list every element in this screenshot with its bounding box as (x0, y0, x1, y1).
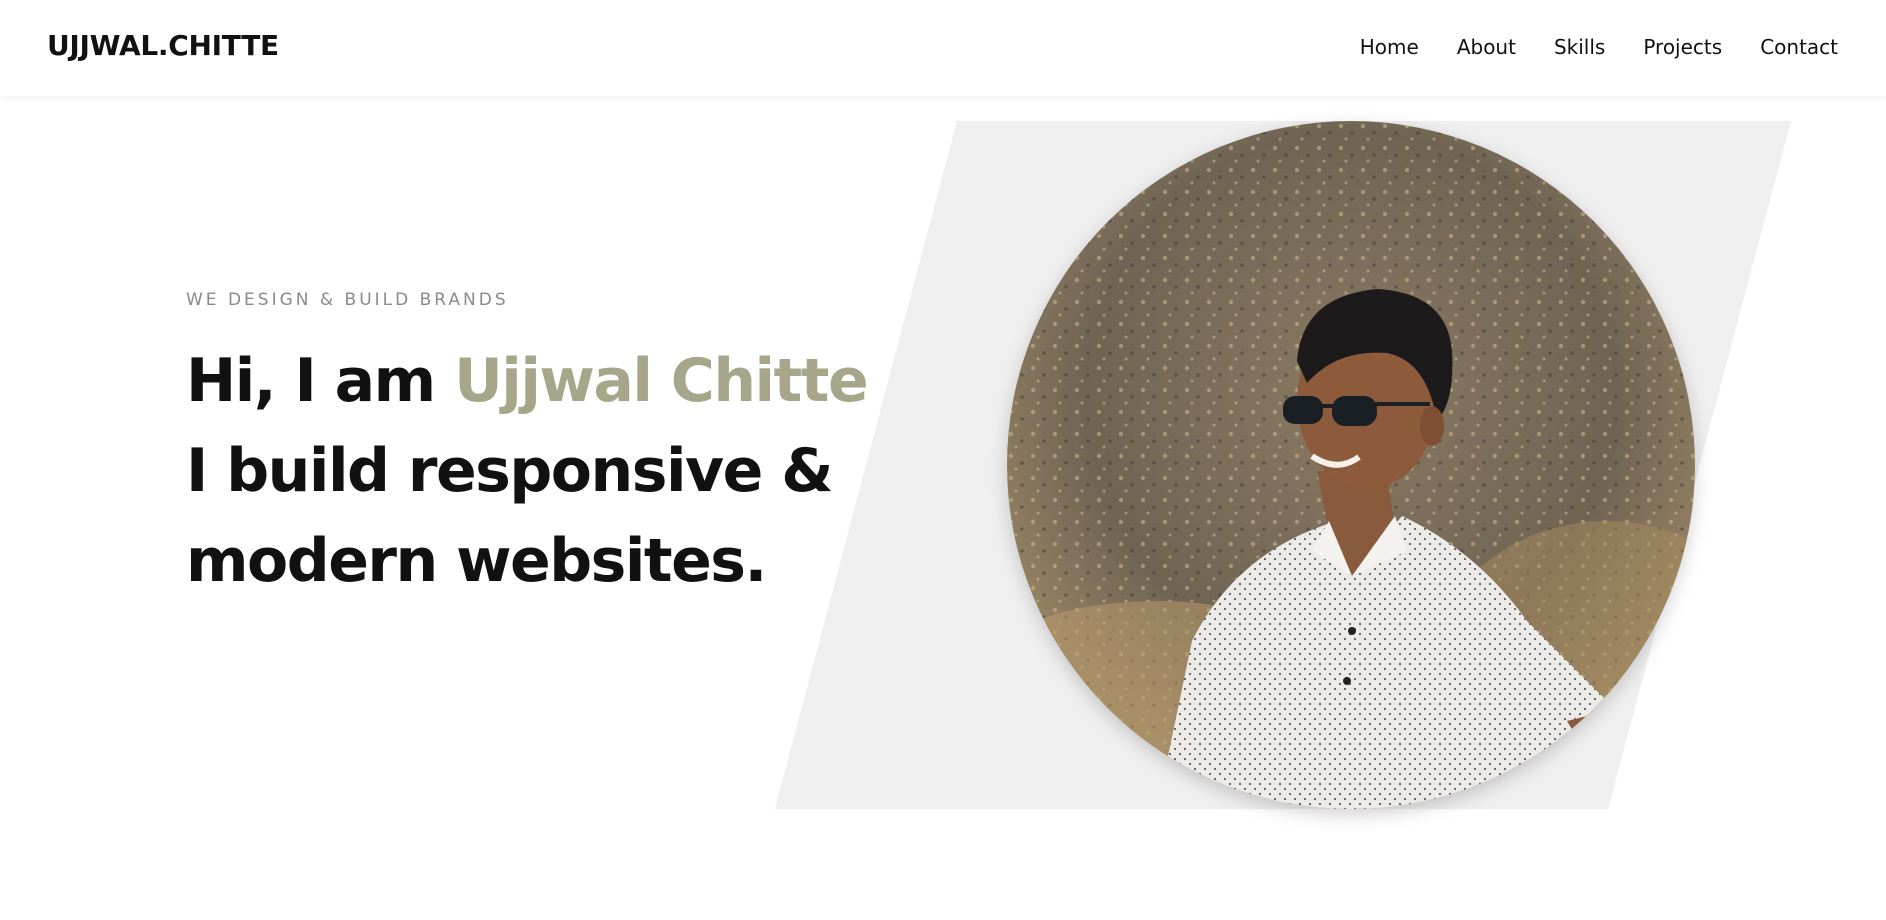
greeting-text: Hi, I am (186, 346, 455, 416)
headline-line-3: modern websites. (186, 526, 767, 596)
nav-link-projects[interactable]: Projects (1643, 33, 1722, 61)
portrait-photo (1007, 121, 1695, 809)
navbar: UJJWAL.CHITTE Home About Skills Projects… (0, 0, 1886, 96)
nav-links: Home About Skills Projects Contact (1360, 33, 1838, 61)
name-highlight: Ujjwal Chitte (454, 346, 869, 416)
portrait-illustration (1007, 121, 1695, 809)
brand-logo[interactable]: UJJWAL.CHITTE (47, 28, 279, 64)
hero-headline: Hi, I am Ujjwal Chitte I build responsiv… (186, 336, 869, 606)
nav-link-contact[interactable]: Contact (1760, 33, 1838, 61)
hero-eyebrow: WE DESIGN & BUILD BRANDS (186, 290, 509, 310)
headline-line-2: I build responsive & (186, 436, 834, 506)
nav-link-about[interactable]: About (1457, 33, 1516, 61)
nav-link-skills[interactable]: Skills (1554, 33, 1605, 61)
headline-line-1: Hi, I am Ujjwal Chitte (186, 336, 869, 426)
nav-link-home[interactable]: Home (1360, 33, 1419, 61)
